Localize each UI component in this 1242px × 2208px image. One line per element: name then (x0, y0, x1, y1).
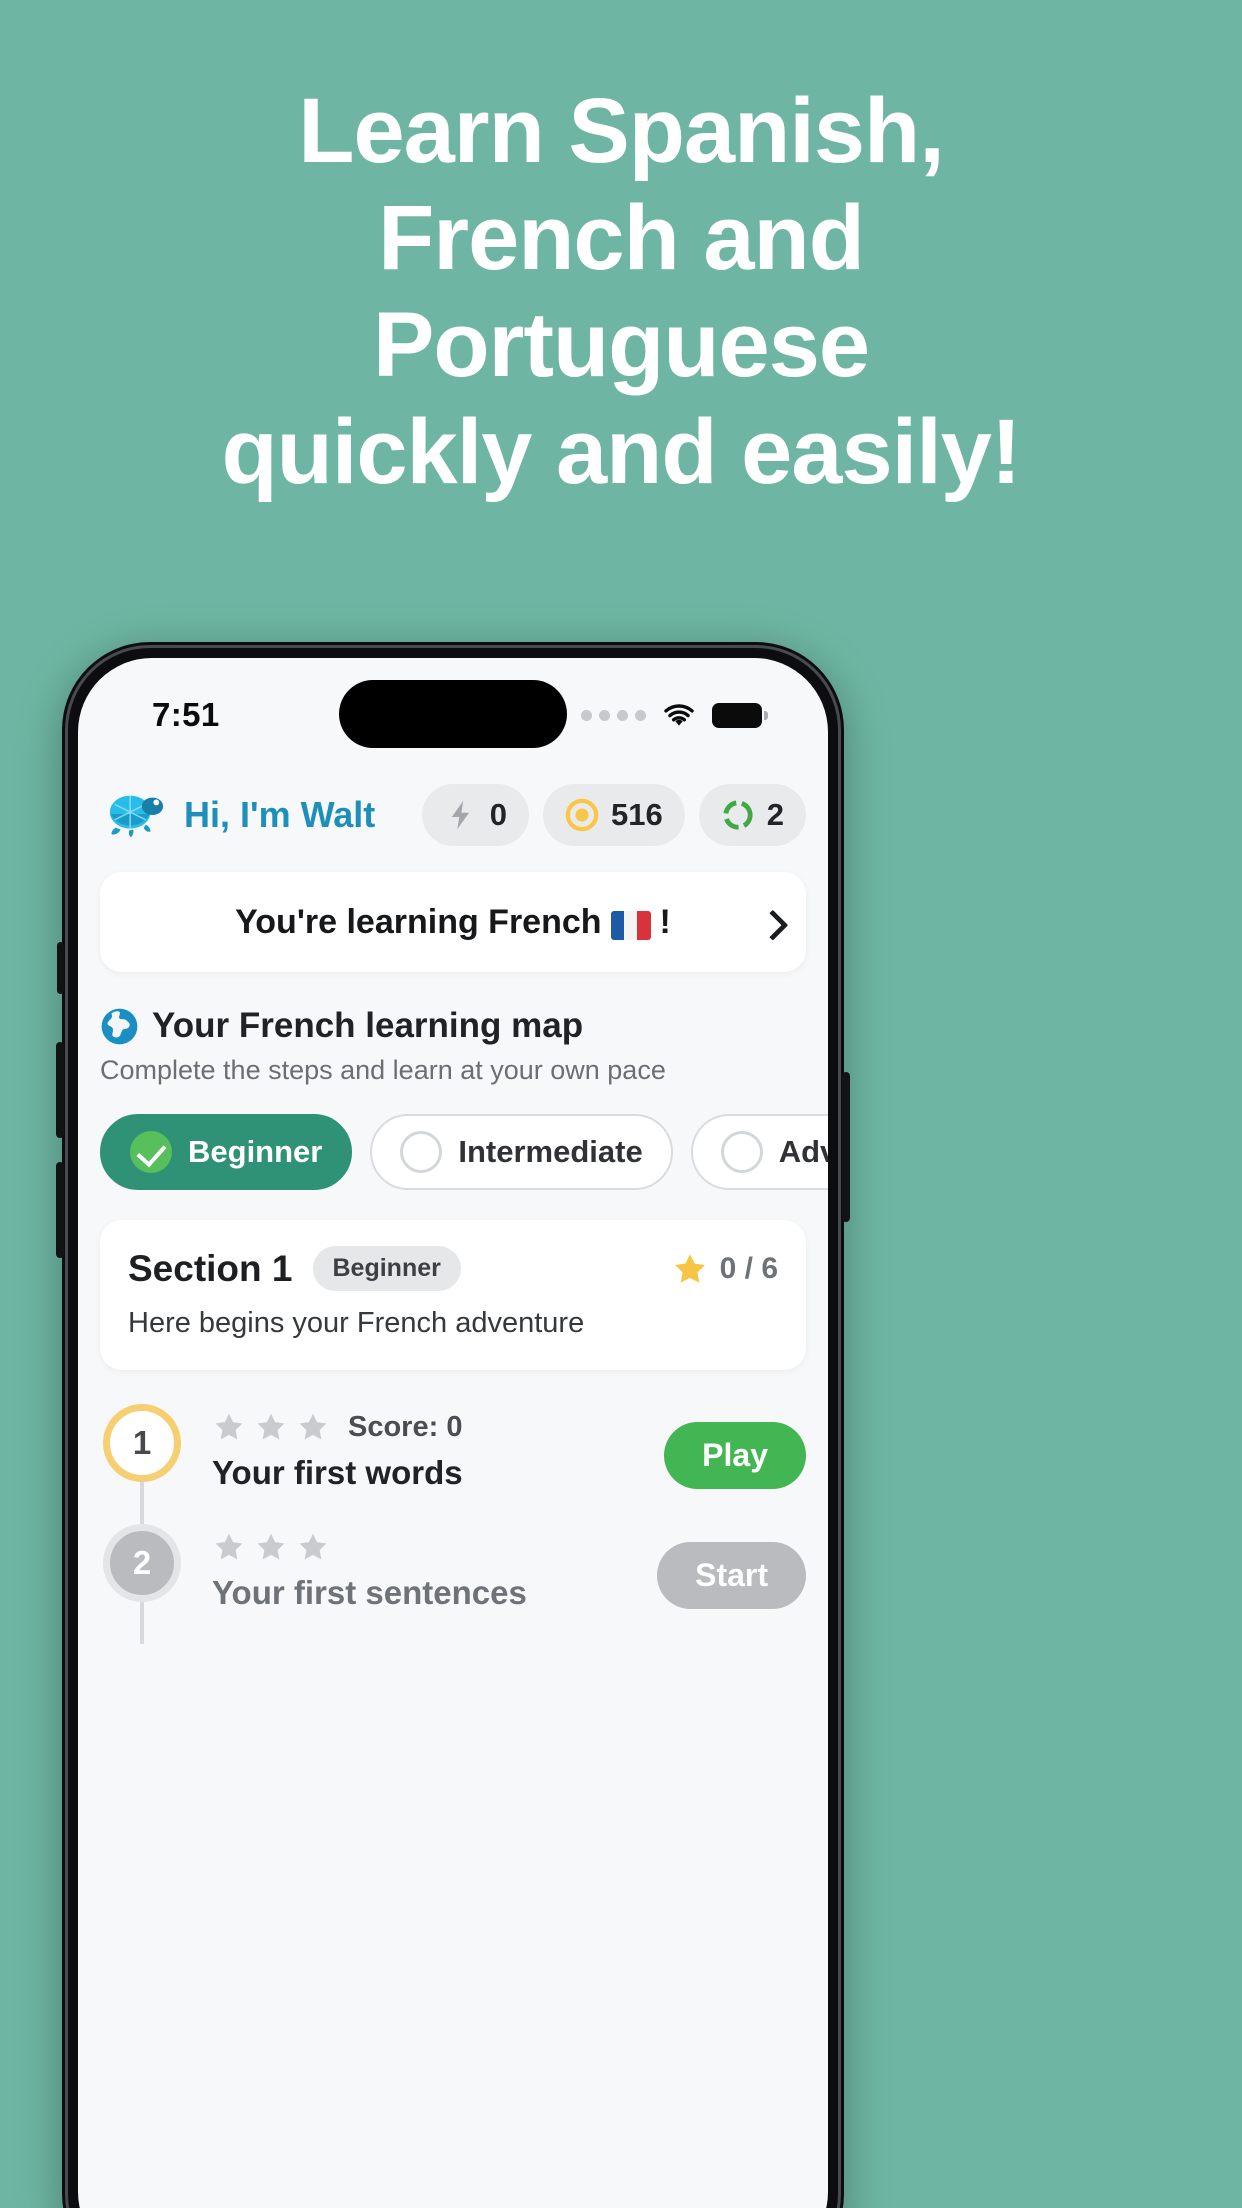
lesson-stars (212, 1530, 629, 1564)
page-headline: Learn Spanish, French and Portuguese qui… (0, 78, 1242, 506)
coins-value: 516 (611, 797, 663, 832)
volume-down-button[interactable] (56, 1162, 64, 1258)
phone-screen: 7:51 Hi, I'm Walt 0 516 2 You're learnin… (78, 658, 828, 2208)
section-title: Section 1 (128, 1247, 293, 1289)
empty-circle-icon (720, 1131, 763, 1173)
learning-map-title-row: Your French learning map (100, 1006, 806, 1046)
status-bar: 7:51 (78, 658, 828, 770)
star-empty-icon (215, 1413, 243, 1440)
volume-up-button[interactable] (56, 1042, 64, 1138)
lesson-play-button[interactable]: Play (664, 1422, 806, 1489)
wifi-icon (664, 704, 694, 726)
app-header: Hi, I'm Walt 0 516 2 (78, 770, 828, 846)
stats-pills: 0 516 2 (421, 784, 806, 846)
headline-line-3: Portuguese (372, 294, 870, 396)
level-tab-advanced-label: Advanced (778, 1134, 828, 1169)
learning-map-title: Your French learning map (152, 1006, 584, 1045)
chevron-right-icon[interactable] (757, 909, 789, 941)
lesson-connector (140, 1600, 144, 1644)
learning-banner-label: You're learning French (235, 902, 602, 941)
learning-map-subtitle: Complete the steps and learn at your own… (100, 1055, 666, 1085)
progress-value: 2 (766, 797, 784, 832)
streak-pill[interactable]: 0 (421, 784, 530, 846)
greeting-text: Hi, I'm Walt (184, 794, 376, 835)
silent-switch[interactable] (57, 942, 64, 994)
lesson-stars: Score: 0 (212, 1410, 636, 1444)
power-button[interactable] (842, 1072, 850, 1222)
dynamic-island (339, 680, 567, 748)
progress-pill[interactable]: 2 (698, 784, 806, 846)
lesson-score-label: Score: 0 (348, 1410, 463, 1443)
lesson-node-column: 2 (100, 1524, 184, 1644)
lesson-row[interactable]: 1 Score: 0 Your first words Play (100, 1404, 806, 1524)
globe-icon (101, 1008, 138, 1044)
lesson-title: Your first words (212, 1454, 463, 1491)
lesson-connector (140, 1480, 144, 1524)
battery-icon (712, 702, 768, 728)
section-score: 0 / 6 (671, 1250, 778, 1288)
headline-line-4: quickly and easily! (221, 401, 1021, 503)
learning-banner-text: You're learning French ! (235, 903, 671, 942)
star-filled-icon (674, 1253, 705, 1283)
level-tabs: Beginner Intermediate Advanced (100, 1114, 828, 1190)
section-card[interactable]: Section 1 Beginner 0 / 6 Here begins you… (100, 1220, 806, 1370)
section-score-value: 0 / 6 (719, 1251, 778, 1285)
lesson-start-button[interactable]: Start (657, 1542, 806, 1609)
learning-banner-suffix: ! (659, 902, 671, 941)
lesson-row[interactable]: 2 Your first sentences Start (100, 1524, 806, 1644)
empty-circle-icon (400, 1131, 443, 1173)
level-tab-advanced[interactable]: Advanced (690, 1114, 828, 1190)
learning-map-header: Your French learning map Complete the st… (100, 1006, 806, 1086)
learning-language-banner[interactable]: You're learning French ! (100, 872, 806, 972)
star-empty-icon (257, 1413, 285, 1440)
lesson-list: 1 Score: 0 Your first words Play 2 Your … (78, 1404, 828, 1644)
streak-value: 0 (489, 797, 508, 832)
coin-target-icon (565, 798, 599, 832)
phone-mockup: 7:51 Hi, I'm Walt 0 516 2 You're learnin… (56, 642, 850, 2208)
progress-ring-icon (723, 800, 753, 830)
level-tab-beginner-label: Beginner (188, 1134, 323, 1169)
lesson-node-column: 1 (100, 1404, 184, 1524)
status-icons (581, 698, 768, 732)
section-description: Here begins your French adventure (128, 1307, 585, 1339)
lesson-body: Score: 0 Your first words (212, 1404, 636, 1492)
level-tab-beginner[interactable]: Beginner (100, 1114, 353, 1190)
section-card-header: Section 1 Beginner 0 / 6 (128, 1246, 778, 1291)
headline-line-1: Learn Spanish, (298, 80, 945, 182)
level-tab-intermediate-label: Intermediate (458, 1134, 643, 1169)
status-time: 7:51 (152, 696, 220, 733)
headline-line-2: French and (378, 187, 865, 289)
lesson-title: Your first sentences (212, 1574, 527, 1611)
check-circle-icon (130, 1131, 172, 1173)
star-empty-icon (299, 1533, 327, 1560)
star-empty-icon (215, 1533, 243, 1560)
coins-pill[interactable]: 516 (543, 784, 685, 846)
lesson-node[interactable]: 2 (103, 1524, 181, 1602)
star-empty-icon (257, 1533, 285, 1560)
section-level-badge: Beginner (312, 1246, 461, 1291)
french-flag-icon (610, 910, 651, 940)
lesson-node[interactable]: 1 (103, 1404, 181, 1482)
level-tab-intermediate[interactable]: Intermediate (370, 1114, 673, 1190)
lesson-body: Your first sentences (212, 1524, 629, 1612)
turtle-mascot-icon[interactable] (104, 786, 166, 844)
lightning-bolt-icon (451, 800, 469, 830)
signal-dots-icon (581, 709, 646, 721)
star-empty-icon (299, 1413, 327, 1440)
